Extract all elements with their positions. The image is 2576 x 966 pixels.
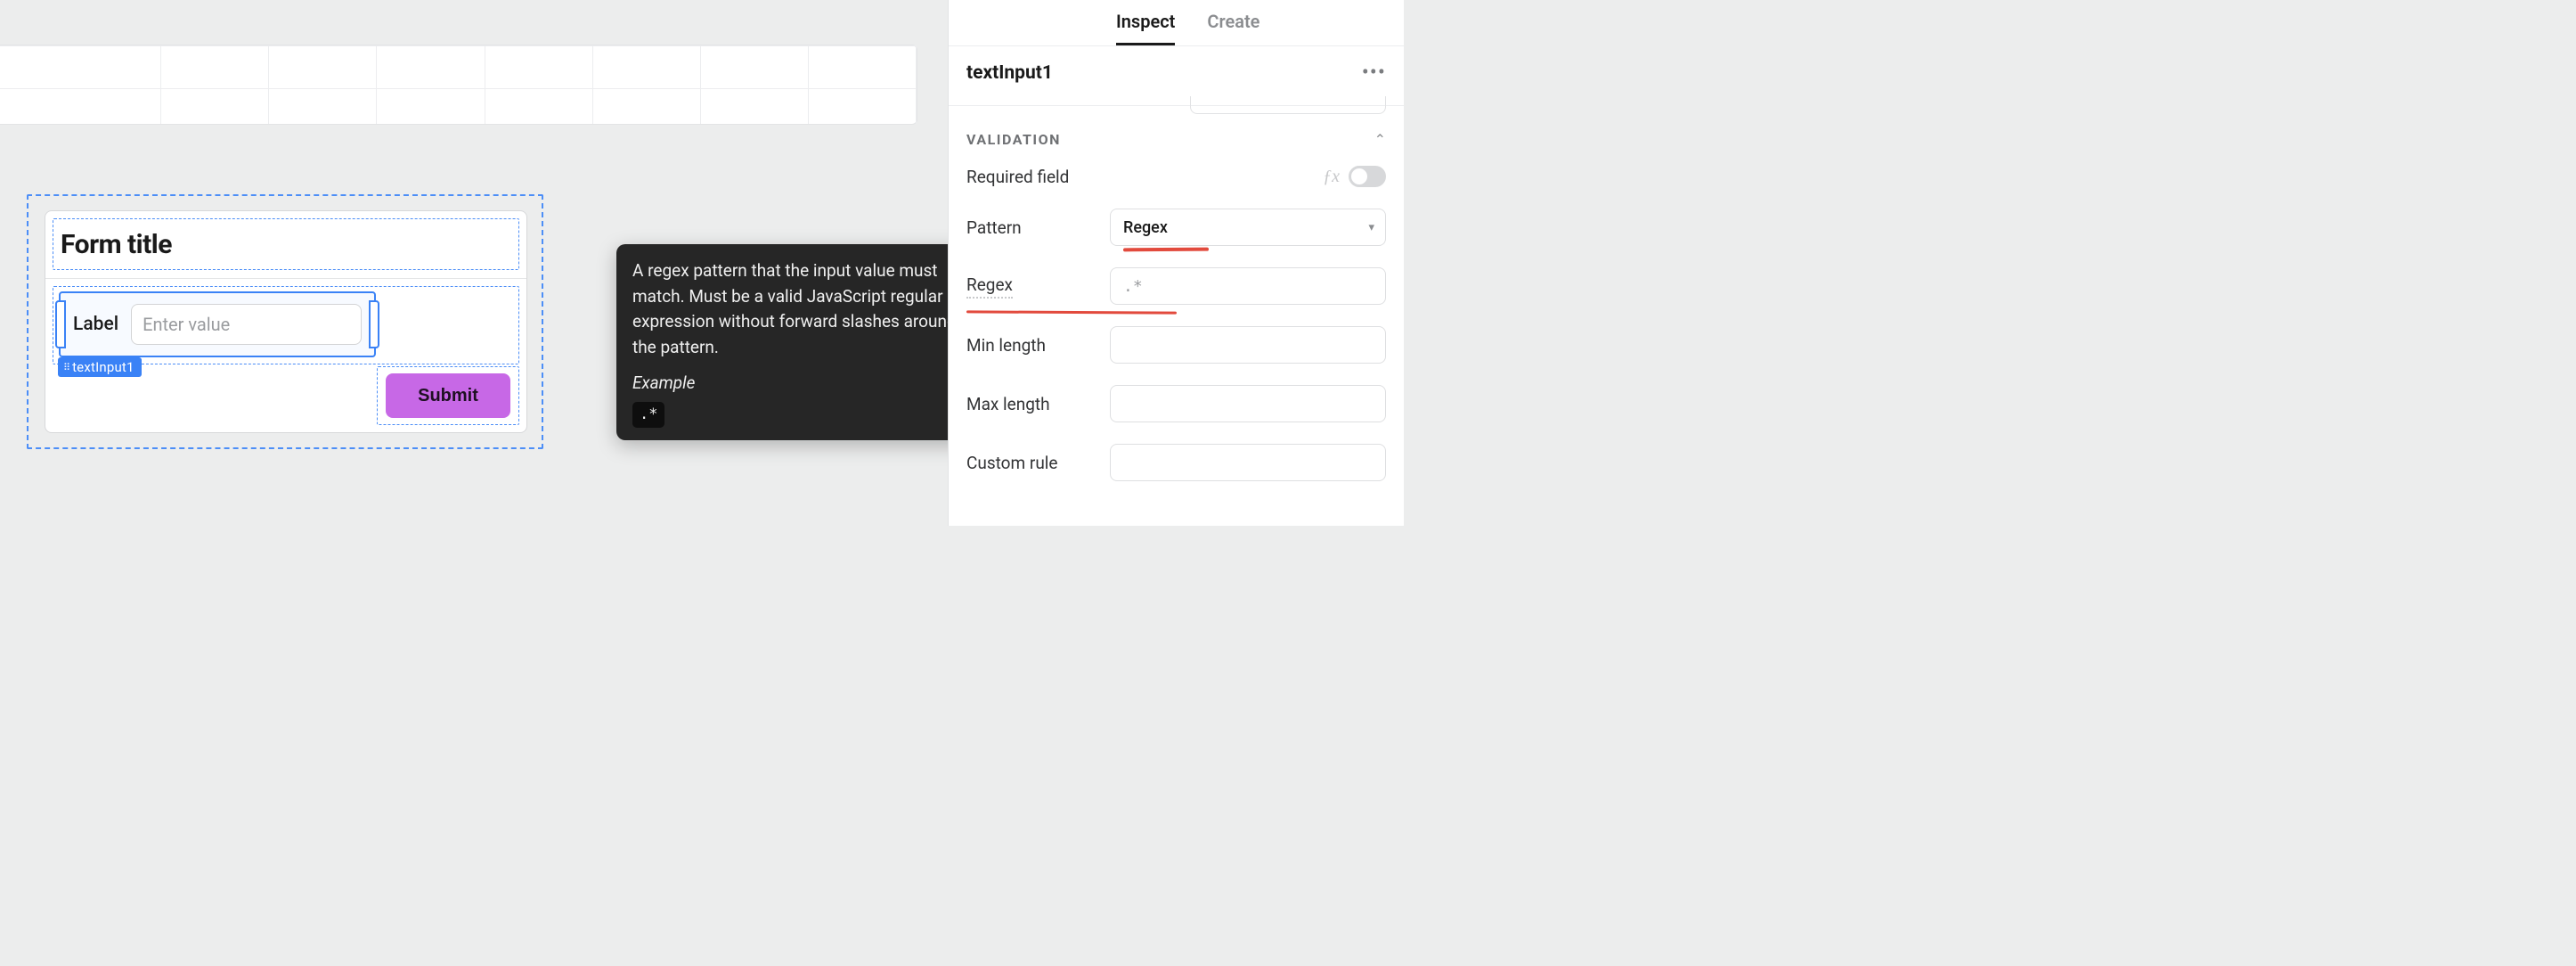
required-toggle[interactable] bbox=[1349, 166, 1386, 187]
annotation-underline bbox=[1123, 248, 1209, 252]
section-validation-title[interactable]: VALIDATION bbox=[966, 131, 1061, 148]
background-table-component[interactable] bbox=[0, 45, 917, 125]
tooltip-body: A regex pattern that the input value mus… bbox=[632, 258, 948, 360]
label-regex: Regex bbox=[966, 274, 1013, 299]
form-title-selection[interactable]: Form title bbox=[53, 218, 519, 270]
label-required-field: Required field bbox=[966, 167, 1069, 187]
inspector-panel: Inspect Create textInput1 ••• VALIDATION… bbox=[948, 0, 1404, 526]
canvas[interactable]: Form title Label Enter value ⠿ textInput… bbox=[0, 0, 948, 526]
submit-selection: Submit bbox=[377, 366, 519, 425]
annotation-underline bbox=[966, 310, 1177, 314]
label-min-length: Min length bbox=[966, 335, 1046, 356]
text-input-label: Label bbox=[73, 314, 118, 335]
tooltip-example-code: .* bbox=[632, 402, 664, 429]
fx-button[interactable]: ƒx bbox=[1323, 167, 1340, 187]
min-length-input[interactable] bbox=[1110, 326, 1386, 364]
tooltip: A regex pattern that the input value mus… bbox=[616, 244, 948, 440]
drag-handle-icon[interactable]: ⠿ bbox=[63, 362, 69, 373]
more-menu-icon[interactable]: ••• bbox=[1362, 69, 1386, 78]
text-input-field[interactable]: Enter value bbox=[131, 304, 362, 345]
label-pattern: Pattern bbox=[966, 217, 1022, 238]
custom-rule-input[interactable] bbox=[1110, 444, 1386, 481]
pattern-dropdown[interactable]: Regex ▾ bbox=[1110, 209, 1386, 246]
chevron-up-icon[interactable]: ⌃ bbox=[1374, 131, 1386, 148]
regex-input[interactable]: .* bbox=[1110, 267, 1386, 305]
label-custom-rule: Custom rule bbox=[966, 453, 1058, 473]
form-title: Form title bbox=[61, 229, 172, 260]
form-component[interactable]: Form title Label Enter value ⠿ textInput… bbox=[45, 210, 527, 433]
submit-button[interactable]: Submit bbox=[386, 373, 510, 418]
truncated-field-above[interactable] bbox=[1190, 96, 1386, 114]
max-length-input[interactable] bbox=[1110, 385, 1386, 422]
tab-inspect[interactable]: Inspect bbox=[1116, 11, 1175, 45]
component-name-tag[interactable]: ⠿ textInput1 bbox=[58, 357, 142, 377]
pattern-dropdown-value: Regex bbox=[1123, 218, 1168, 237]
selected-component-name: textInput1 bbox=[966, 62, 1053, 84]
tab-create[interactable]: Create bbox=[1207, 11, 1259, 45]
text-input-component-selected[interactable]: Label Enter value bbox=[59, 291, 376, 357]
component-name-tag-label: textInput1 bbox=[72, 359, 135, 375]
chevron-down-icon: ▾ bbox=[1368, 221, 1374, 234]
tooltip-example-label: Example bbox=[632, 371, 948, 397]
panel-tabs: Inspect Create bbox=[949, 0, 1404, 46]
divider bbox=[45, 278, 526, 279]
label-max-length: Max length bbox=[966, 394, 1050, 414]
